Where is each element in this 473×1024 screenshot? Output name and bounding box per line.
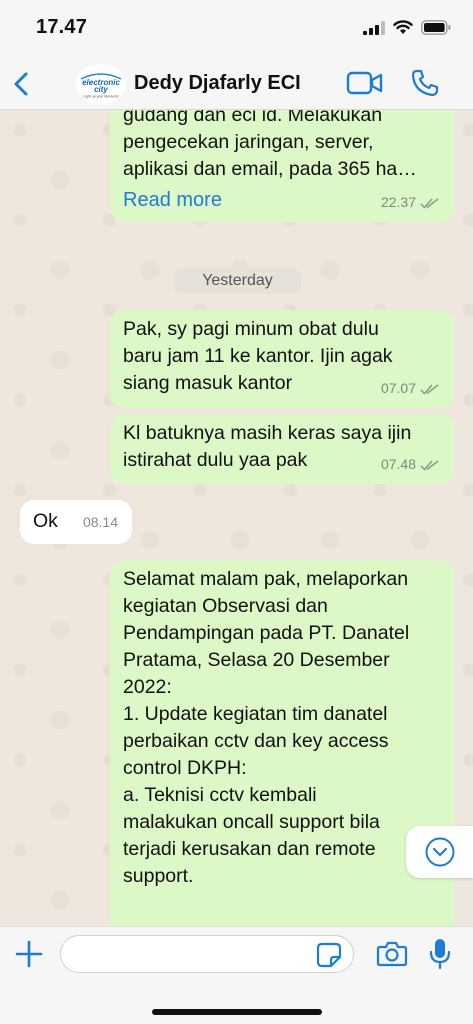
sticker-icon	[316, 942, 342, 968]
message-time: 07.07	[380, 380, 416, 396]
message-text: gudang dan eci id. Melakukan pengecekan …	[123, 110, 417, 180]
message-bubble-outgoing[interactable]: gudang dan eci id. Melakukan pengecekan …	[110, 110, 454, 222]
message-time: 08.14	[82, 514, 118, 530]
message-meta: 22.37	[381, 189, 440, 216]
wifi-icon	[393, 20, 413, 34]
message-input[interactable]	[60, 935, 354, 973]
signal-icon	[363, 20, 385, 35]
svg-text:city: city	[94, 85, 108, 94]
double-check-icon	[420, 383, 439, 395]
battery-icon	[421, 20, 451, 35]
phone-icon	[411, 69, 439, 97]
plus-icon	[15, 940, 43, 968]
message-bubble-incoming[interactable]: Ok 08.14	[20, 500, 132, 544]
mic-button[interactable]	[428, 937, 452, 971]
status-icons	[363, 20, 451, 35]
input-bar	[0, 926, 473, 1024]
video-camera-icon	[346, 71, 383, 95]
chevron-left-icon	[14, 72, 28, 96]
svg-text:Light up your Moments: Light up your Moments	[83, 95, 119, 99]
camera-icon	[376, 941, 408, 967]
status-bar: 17.47	[0, 0, 473, 58]
message-bubble-outgoing[interactable]: Pak, sy pagi minum obat dulu baru jam 11…	[110, 310, 454, 408]
sticker-button[interactable]	[316, 942, 342, 968]
double-check-icon	[420, 197, 439, 209]
message-time: 07.48	[380, 456, 416, 472]
date-separator: Yesterday	[174, 268, 301, 294]
chat-area[interactable]: gudang dan eci id. Melakukan pengecekan …	[0, 110, 473, 926]
attach-button[interactable]	[14, 939, 44, 969]
message-meta: 08.14	[83, 509, 118, 536]
message-text: Selamat malam pak, melaporkan kegiatan O…	[123, 568, 410, 887]
double-check-icon	[420, 459, 439, 471]
status-time: 17.47	[36, 16, 88, 38]
voice-call-button[interactable]	[410, 68, 440, 98]
avatar[interactable]: electronic city Light up your Moments	[76, 64, 126, 104]
chat-header: electronic city Light up your Moments De…	[0, 58, 473, 110]
message-meta: 07.07	[381, 375, 440, 402]
video-call-button[interactable]	[346, 70, 384, 96]
back-button[interactable]	[8, 66, 36, 102]
message-bubble-outgoing[interactable]: Kl batuknya masih keras saya ijin istira…	[110, 414, 454, 484]
message-bubble-outgoing[interactable]: Selamat malam pak, melaporkan kegiatan O…	[110, 560, 454, 926]
contact-name[interactable]: Dedy Djafarly ECI	[134, 72, 301, 95]
camera-button[interactable]	[376, 939, 408, 969]
message-meta: 07.48	[381, 451, 440, 478]
scroll-to-bottom-button[interactable]	[406, 826, 473, 878]
microphone-icon	[429, 939, 451, 970]
electronic-city-logo: electronic city Light up your Moments	[80, 73, 122, 99]
message-time: 22.37	[380, 194, 416, 210]
chevron-down-icon	[425, 837, 454, 867]
home-indicator	[152, 1009, 322, 1015]
